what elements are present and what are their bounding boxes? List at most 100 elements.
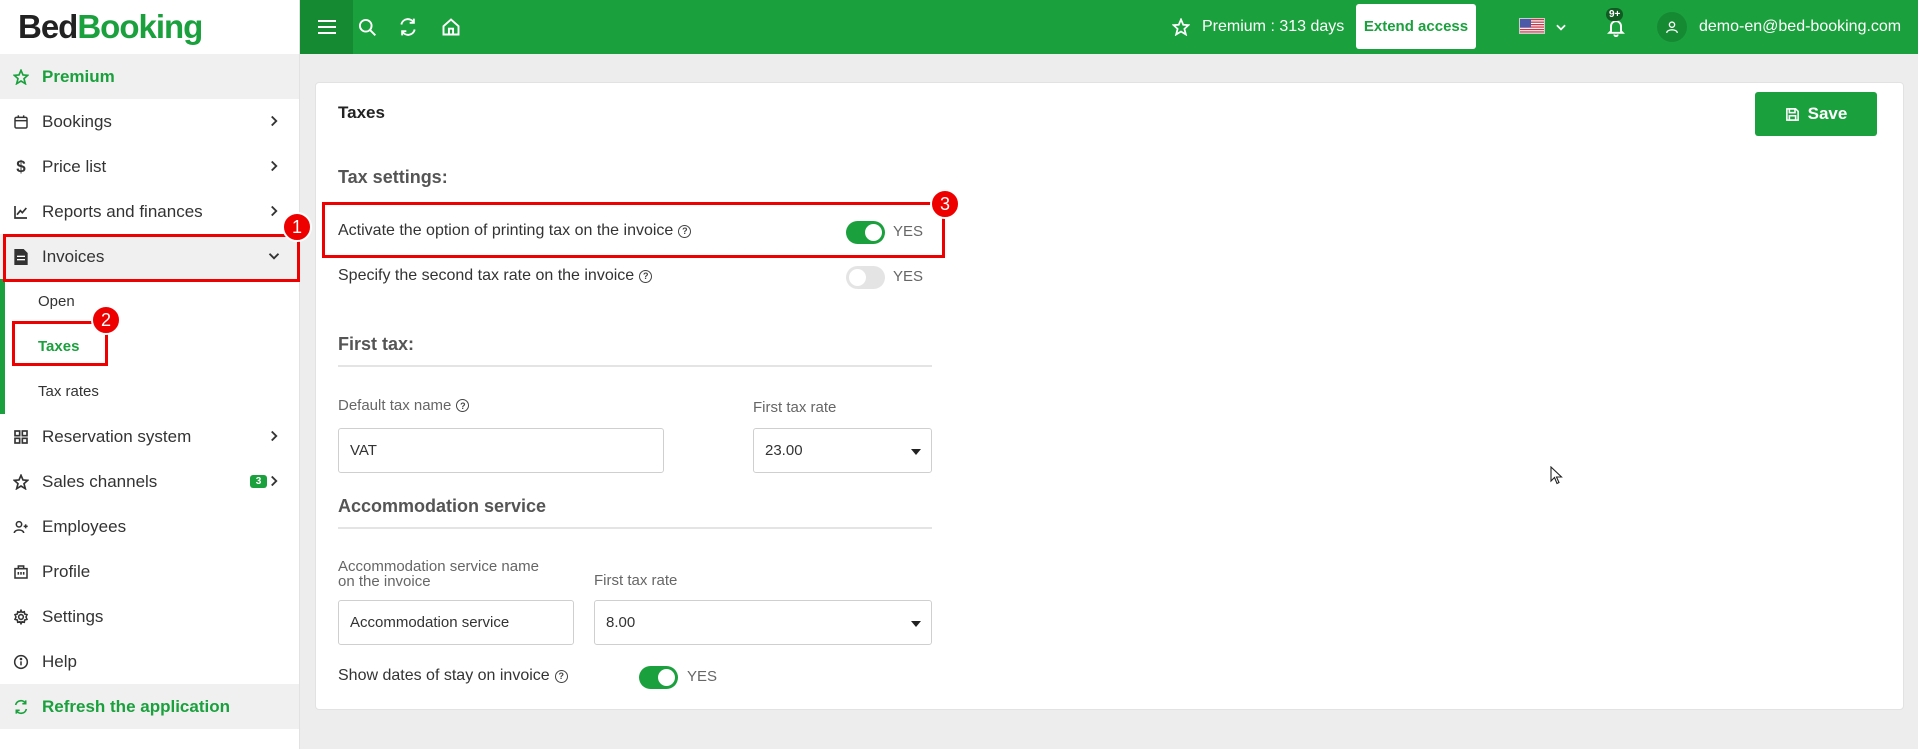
help-icon[interactable]: ? <box>456 399 470 412</box>
sidebar-item-label: Reports and finances <box>42 201 203 221</box>
divider <box>338 365 932 367</box>
accommodation-rate-label: First tax rate <box>594 572 678 589</box>
menu-toggle-button[interactable] <box>300 0 353 54</box>
show-dates-text: Show dates of stay on invoice <box>338 667 550 684</box>
save-button[interactable]: Save <box>1755 92 1877 136</box>
annotation-highlight-activate-printing <box>322 202 945 258</box>
show-dates-label: Show dates of stay on invoice ? <box>338 667 568 685</box>
reload-button[interactable] <box>396 15 420 39</box>
user-menu[interactable]: demo-en@bed-booking.com <box>1657 0 1901 54</box>
sidebar: Bed Booking Premium Bookings $ Price list… <box>0 0 300 749</box>
annotation-highlight-invoices <box>3 234 300 282</box>
accommodation-name-input[interactable]: Accommodation service <box>338 600 574 645</box>
sidebar-item-label: Reservation system <box>42 426 192 446</box>
home-button[interactable] <box>439 15 463 39</box>
sidebar-item-reports[interactable]: Reports and finances <box>0 189 299 234</box>
second-rate-label: Specify the second tax rate on the invoi… <box>338 267 653 285</box>
sidebar-item-label: Profile <box>42 561 91 581</box>
sidebar-item-bookings[interactable]: Bookings <box>0 99 299 144</box>
info-icon <box>12 653 30 671</box>
floppy-icon <box>1785 107 1799 121</box>
sidebar-subitem-label: Tax rates <box>38 383 99 400</box>
premium-status-text: Premium : 313 days <box>1202 18 1345 35</box>
first-tax-rate-value: 23.00 <box>765 442 803 459</box>
top-bar: Premium : 313 days Extend access 9+ demo… <box>300 0 1918 54</box>
dropdown-caret-icon <box>911 621 921 627</box>
accommodation-heading: Accommodation service <box>338 496 547 516</box>
show-dates-toggle[interactable] <box>639 666 678 689</box>
help-icon[interactable]: ? <box>554 669 568 683</box>
chevron-right-icon <box>271 475 278 487</box>
sidebar-item-label: Bookings <box>42 111 112 131</box>
page-title: Taxes <box>338 103 385 122</box>
sidebar-item-label: Sales channels <box>42 471 158 491</box>
gear-icon <box>12 608 30 626</box>
show-dates-state: YES <box>687 668 718 685</box>
logo-bed-text: Bed <box>18 8 78 45</box>
sidebar-item-label: Help <box>42 651 77 671</box>
sidebar-subitem-label: Open <box>38 293 75 310</box>
sidebar-item-employees[interactable]: Employees <box>0 504 299 549</box>
first-tax-rate-select[interactable]: 23.00 <box>753 428 932 473</box>
sidebar-subitem-tax-rates[interactable]: Tax rates <box>0 369 299 414</box>
search-icon <box>358 18 377 37</box>
taxes-card: Taxes Save Tax settings: Activate the op… <box>315 82 1904 710</box>
chevron-right-icon <box>271 205 278 217</box>
annotation-marker-1: 1 <box>282 212 312 242</box>
building-icon <box>12 563 30 581</box>
premium-status: Premium : 313 days <box>1172 0 1344 54</box>
second-rate-toggle[interactable] <box>846 266 885 289</box>
chart-line-icon <box>12 203 30 221</box>
logo-booking-text: Booking <box>77 8 203 45</box>
sidebar-item-sales-channels[interactable]: Sales channels 3 <box>0 459 299 504</box>
us-flag-icon <box>1519 18 1545 34</box>
sidebar-item-help[interactable]: Help <box>0 639 299 684</box>
annotation-marker-2: 2 <box>91 305 121 335</box>
sidebar-subitem-open[interactable]: Open <box>0 279 299 324</box>
sidebar-item-settings[interactable]: Settings <box>0 594 299 639</box>
first-tax-rate-label: First tax rate <box>753 399 837 416</box>
default-tax-name-label: Default tax name ? <box>338 397 470 414</box>
default-tax-name-input[interactable]: VAT <box>338 428 664 473</box>
default-tax-name-text: Default tax name <box>338 397 452 414</box>
accommodation-rate-value: 8.00 <box>606 614 636 631</box>
search-button[interactable] <box>355 15 379 39</box>
divider <box>338 527 932 529</box>
second-rate-text: Specify the second tax rate on the invoi… <box>338 267 635 284</box>
refresh-icon <box>12 698 30 716</box>
accommodation-rate-select[interactable]: 8.00 <box>594 600 932 645</box>
star-icon <box>1172 18 1190 36</box>
sidebar-item-label: Price list <box>42 156 107 176</box>
avatar <box>1657 12 1687 42</box>
user-icon <box>1666 21 1678 34</box>
extend-access-button[interactable]: Extend access <box>1356 4 1476 49</box>
sidebar-item-reservation-system[interactable]: Reservation system <box>0 414 299 459</box>
sidebar-item-refresh[interactable]: Refresh the application <box>0 684 299 729</box>
user-plus-icon <box>12 518 30 536</box>
dropdown-caret-icon <box>911 449 921 455</box>
sidebar-item-price-list[interactable]: $ Price list <box>0 144 299 189</box>
sidebar-item-premium[interactable]: Premium <box>0 54 299 99</box>
chevron-right-icon <box>271 430 278 442</box>
home-icon <box>442 18 460 36</box>
sidebar-item-label: Refresh the application <box>42 696 230 716</box>
tax-settings-heading: Tax settings: <box>338 167 448 187</box>
sidebar-item-label: Settings <box>42 606 104 626</box>
chevron-down-icon <box>1556 24 1566 31</box>
save-button-label: Save <box>1807 104 1848 123</box>
logo[interactable]: Bed Booking <box>0 0 299 54</box>
star-icon <box>12 473 30 491</box>
sidebar-item-label: Premium <box>42 66 115 86</box>
calendar-icon <box>12 113 30 131</box>
chevron-right-icon <box>271 160 278 172</box>
toggle-knob <box>658 669 675 686</box>
star-icon <box>12 68 30 86</box>
sidebar-item-profile[interactable]: Profile <box>0 549 299 594</box>
accommodation-name-label-line2: on the invoice <box>338 573 431 590</box>
help-icon[interactable]: ? <box>639 269 653 283</box>
notifications-badge: 9+ <box>1606 8 1624 21</box>
toggle-knob <box>849 269 866 286</box>
refresh-icon <box>400 18 416 36</box>
second-rate-state: YES <box>893 268 924 285</box>
first-tax-heading: First tax: <box>338 334 415 354</box>
